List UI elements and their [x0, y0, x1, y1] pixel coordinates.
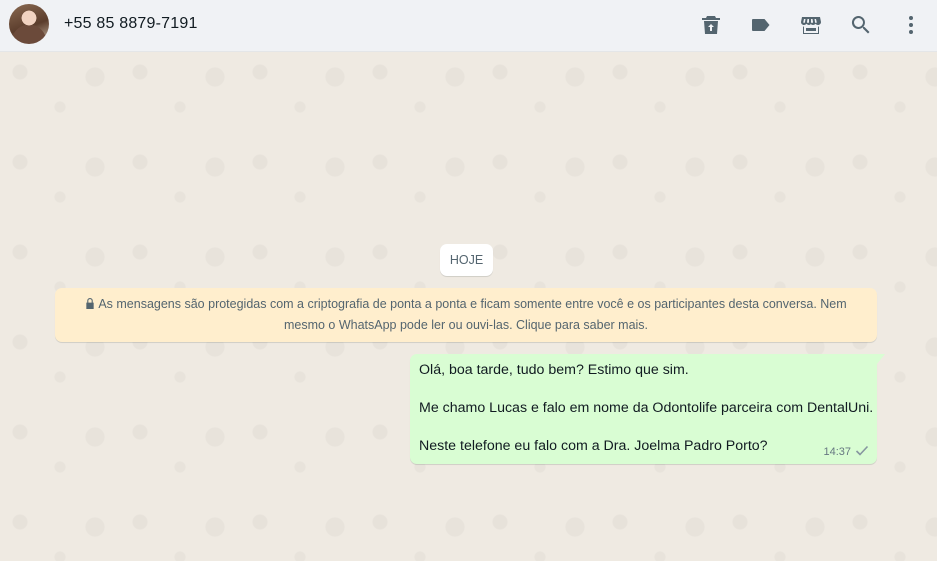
contact-avatar[interactable] [9, 4, 49, 44]
encryption-notice-text: As mensagens são protegidas com a cripto… [98, 297, 847, 332]
menu-icon[interactable] [898, 12, 924, 38]
lock-icon [85, 295, 95, 309]
delete-icon[interactable] [698, 12, 724, 38]
message-line: Olá, boa tarde, tudo bem? Estimo que sim… [419, 362, 689, 378]
message-line: Me chamo Lucas e falo em nome da Odontol… [419, 400, 874, 416]
contact-name[interactable]: +55 85 8879-7191 [64, 15, 198, 33]
message-line: Neste telefone eu falo com a Dra. Joelma… [419, 438, 768, 454]
message-time: 14:37 [823, 446, 851, 458]
message-meta: 14:37 [823, 445, 869, 459]
search-icon[interactable] [848, 12, 874, 38]
chat-panel[interactable]: HOJE As mensagens são protegidas com a c… [0, 52, 937, 561]
encryption-notice[interactable]: As mensagens são protegidas com a cripto… [55, 288, 877, 342]
single-check-icon [855, 445, 869, 459]
label-icon[interactable] [748, 12, 774, 38]
bubble-tail [877, 354, 885, 364]
catalog-icon[interactable] [798, 12, 824, 38]
chat-header: +55 85 8879-7191 [0, 0, 937, 52]
date-chip: HOJE [440, 244, 493, 276]
outgoing-message[interactable]: Olá, boa tarde, tudo bem? Estimo que sim… [410, 354, 885, 464]
